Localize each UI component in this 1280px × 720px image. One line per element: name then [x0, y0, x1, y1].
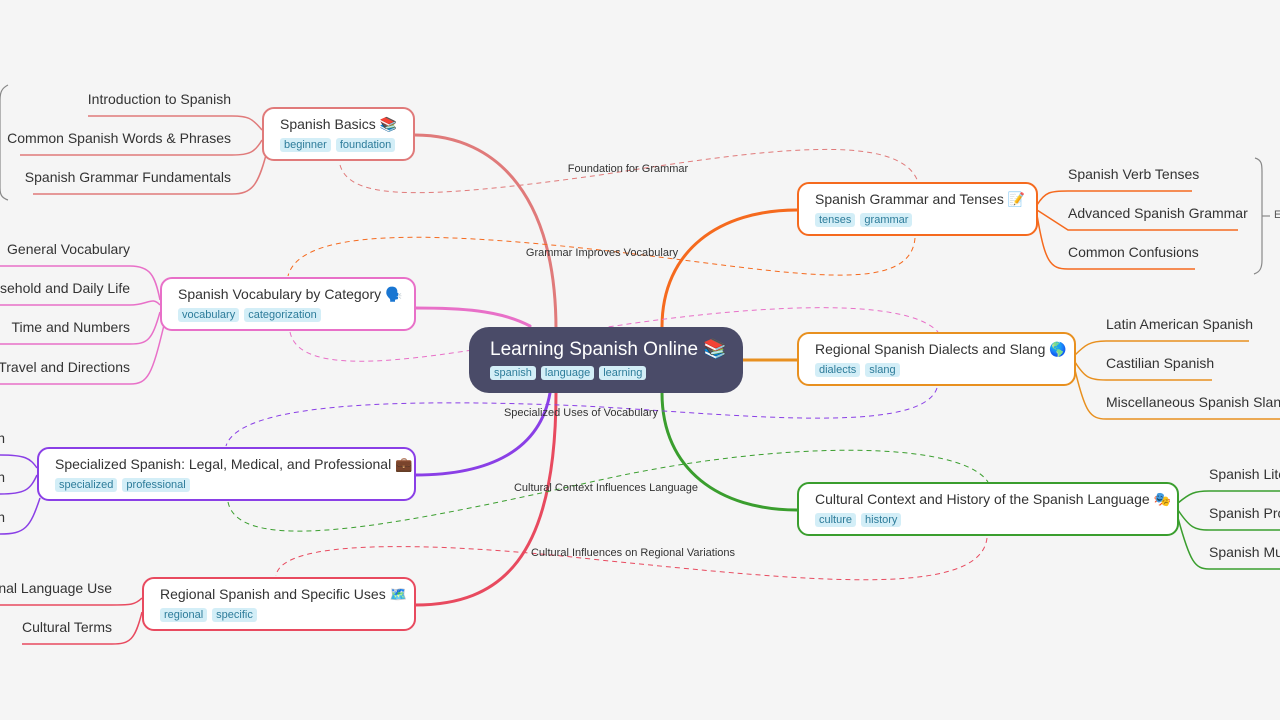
topic-grammar[interactable]: Spanish Grammar and Tenses 📝 tenses gramm…: [797, 182, 1038, 236]
tag: foundation: [335, 138, 396, 152]
topic-title: Regional Spanish Dialects and Slang 🌎: [815, 341, 1067, 357]
tag: language: [540, 366, 595, 380]
subtopic[interactable]: Time and Numbers: [11, 319, 130, 335]
topic-title: Spanish Basics 📚: [280, 116, 398, 132]
tag: history: [861, 513, 902, 527]
tag: grammar: [860, 213, 913, 227]
summary-label[interactable]: E: [1274, 209, 1280, 221]
central-topic[interactable]: Learning Spanish Online 📚 spanish langua…: [469, 327, 743, 393]
subtopic[interactable]: Spanish Pro: [1209, 505, 1280, 521]
topic-title: Spanish Vocabulary by Category 🗣️: [178, 286, 403, 302]
relationship-label[interactable]: Cultural Context Influences Language: [514, 482, 698, 494]
subtopic[interactable]: h: [0, 469, 5, 485]
relationship-label[interactable]: Cultural Influences on Regional Variatio…: [531, 547, 735, 559]
tag: tenses: [815, 213, 856, 227]
subtopic[interactable]: Miscellaneous Spanish Slang: [1106, 394, 1280, 410]
tag: regional: [160, 608, 208, 622]
tag: specific: [212, 608, 257, 622]
subtopic[interactable]: usehold and Daily Life: [0, 280, 130, 296]
tag: slang: [865, 363, 900, 377]
topic-title: Cultural Context and History of the Span…: [815, 491, 1171, 507]
tag: culture: [815, 513, 857, 527]
subtopic[interactable]: n: [0, 509, 5, 525]
topic-title: Specialized Spanish: Legal, Medical, and…: [55, 456, 413, 472]
subtopic[interactable]: Common Confusions: [1068, 244, 1199, 260]
relationship-label[interactable]: Specialized Uses of Vocabulary: [504, 407, 658, 419]
topic-vocabulary[interactable]: Spanish Vocabulary by Category 🗣️ vocabu…: [160, 277, 416, 331]
subtopic[interactable]: Introduction to Spanish: [88, 91, 231, 107]
tag: learning: [599, 366, 647, 380]
subtopic[interactable]: Travel and Directions: [0, 359, 130, 375]
subtopic[interactable]: Spanish Grammar Fundamentals: [25, 169, 231, 185]
tag: dialects: [815, 363, 861, 377]
subtopic[interactable]: Castilian Spanish: [1106, 355, 1214, 371]
topic-spanish-basics[interactable]: Spanish Basics 📚 beginner foundation: [262, 107, 416, 161]
topic-title: Spanish Grammar and Tenses 📝: [815, 191, 1026, 207]
subtopic[interactable]: Latin American Spanish: [1106, 316, 1253, 332]
subtopic[interactable]: Common Spanish Words & Phrases: [7, 130, 231, 146]
subtopic[interactable]: n: [0, 430, 5, 446]
topic-dialects[interactable]: Regional Spanish Dialects and Slang 🌎 di…: [797, 332, 1076, 386]
tag: categorization: [244, 308, 321, 322]
subtopic[interactable]: Spanish Verb Tenses: [1068, 166, 1199, 182]
relationship-label[interactable]: Grammar Improves Vocabulary: [526, 247, 678, 259]
subtopic[interactable]: General Vocabulary: [7, 241, 130, 257]
tag: beginner: [280, 138, 331, 152]
topic-specialized[interactable]: Specialized Spanish: Legal, Medical, and…: [37, 447, 416, 501]
tag: spanish: [490, 366, 536, 380]
subtopic[interactable]: onal Language Use: [0, 580, 112, 596]
central-topic-title: Learning Spanish Online 📚: [490, 339, 728, 360]
topic-title: Regional Spanish and Specific Uses 🗺️: [160, 586, 408, 602]
relationship-label[interactable]: Foundation for Grammar: [568, 163, 688, 175]
subtopic[interactable]: Cultural Terms: [22, 619, 112, 635]
tag: professional: [122, 478, 190, 492]
topic-regional-uses[interactable]: Regional Spanish and Specific Uses 🗺️ re…: [142, 577, 416, 631]
topic-cultural[interactable]: Cultural Context and History of the Span…: [797, 482, 1179, 536]
subtopic[interactable]: Spanish Mus: [1209, 544, 1280, 560]
tag: specialized: [55, 478, 118, 492]
subtopic[interactable]: Advanced Spanish Grammar: [1068, 205, 1248, 221]
subtopic[interactable]: Spanish Lite: [1209, 466, 1280, 482]
tag: vocabulary: [178, 308, 240, 322]
